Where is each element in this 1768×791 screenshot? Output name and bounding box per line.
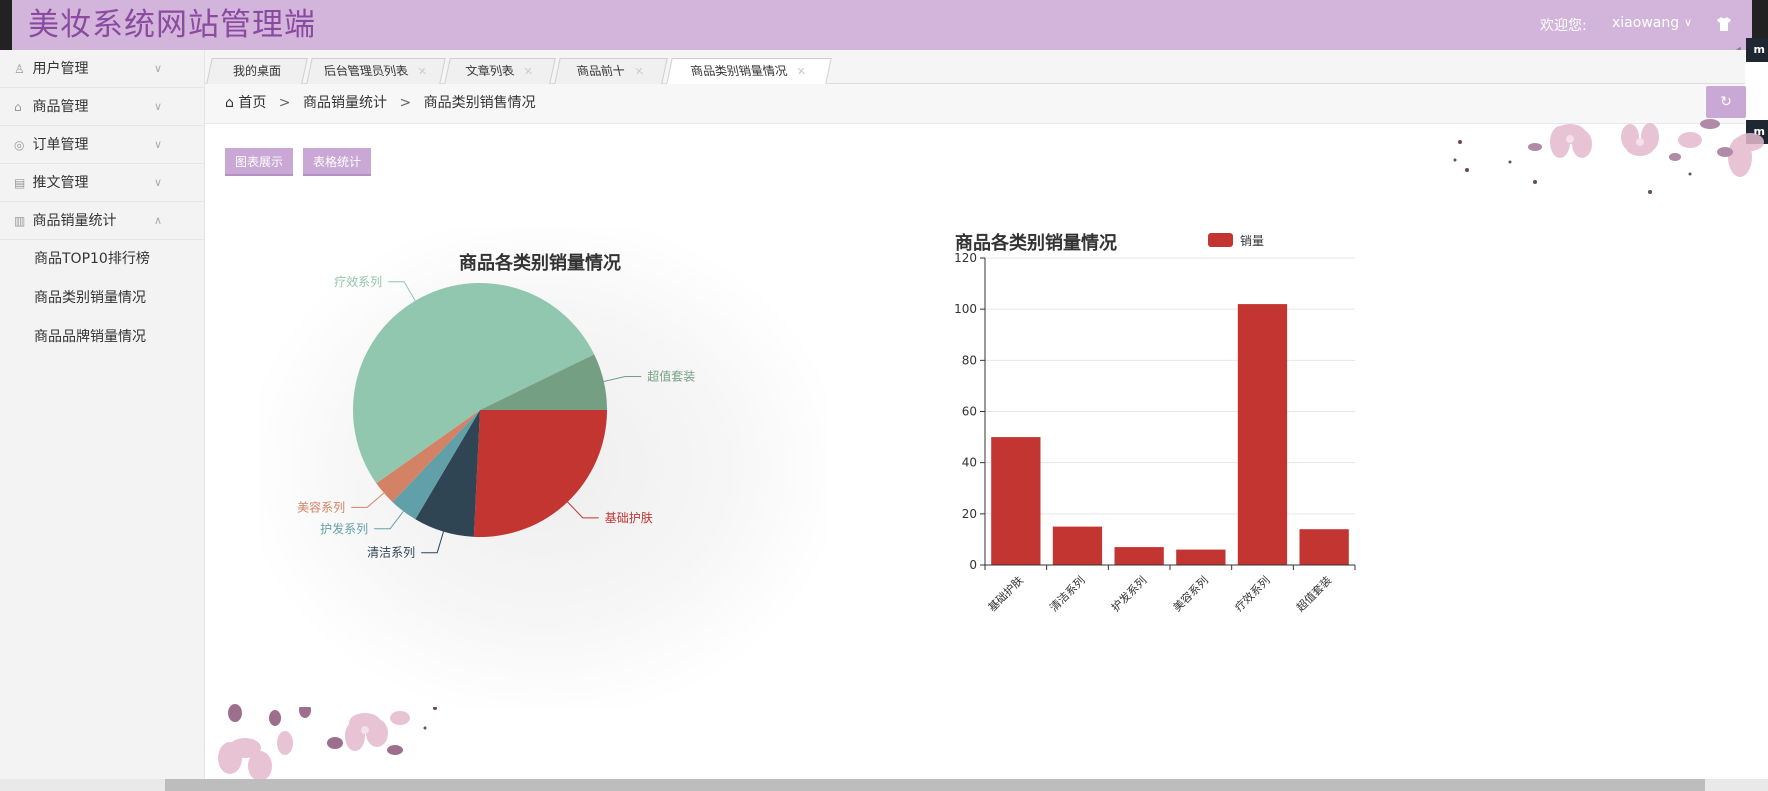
- sidebar-item-label: 推文管理: [32, 175, 89, 191]
- x-tick-label: 清洁系列: [1047, 573, 1088, 614]
- lock-icon: ◎: [14, 138, 25, 152]
- refresh-icon: ↻: [1720, 94, 1732, 110]
- breadcrumb-separator: >: [278, 95, 291, 111]
- tab-article-list[interactable]: 文章列表 ✕: [444, 58, 556, 84]
- bar-chart-title: 商品各类别销量情况: [955, 232, 1117, 254]
- y-tick-label: 0: [969, 558, 977, 572]
- pie-slice-label: 超值套装: [647, 369, 695, 384]
- x-tick-label: 疗效系列: [1232, 573, 1273, 614]
- sidebar-item-users[interactable]: ♙ 用户管理 ∨: [0, 50, 204, 88]
- bar-chart: 商品各类别销量情况 销量 0 20 40 60 80 100 120 基础护肤 清洁系列 护发系列…: [954, 232, 1356, 614]
- users-icon: ♙: [14, 62, 25, 76]
- tab-top10[interactable]: 商品前十 ✕: [554, 58, 668, 84]
- bar[interactable]: [1299, 529, 1349, 565]
- bar[interactable]: [1237, 304, 1288, 565]
- tab-admin-list[interactable]: 后台管理员列表 ✕: [306, 58, 446, 84]
- pie-slice-label: 基础护肤: [605, 510, 653, 525]
- legend-label[interactable]: 销量: [1240, 234, 1264, 248]
- x-tick-label: 基础护肤: [985, 573, 1026, 614]
- y-tick-label: 100: [954, 302, 977, 316]
- x-tick-label: 美容系列: [1170, 573, 1211, 614]
- breadcrumb-home[interactable]: 首页: [238, 95, 266, 111]
- chevron-down-icon: ∨: [153, 100, 162, 113]
- pie-slice-label: 美容系列: [297, 499, 345, 514]
- x-tick-label: 超值套装: [1293, 573, 1334, 614]
- close-icon[interactable]: ✕: [633, 60, 647, 84]
- chart-icon: ▥: [14, 214, 26, 228]
- home-icon: ⌂: [225, 95, 234, 111]
- app-window: 美妆系统网站管理端 欢迎您: xiaowang ∨ ◂m ◂m ♙ 用户管理 ∨…: [0, 0, 1768, 791]
- tab-desktop[interactable]: 我的桌面: [206, 58, 308, 84]
- pie-chart-card: 商品各类别销量情况 基础护肤清洁系列 护发系列 美容系列 疗效系列超值套装: [258, 227, 828, 707]
- bar[interactable]: [1176, 549, 1226, 565]
- sidebar-subitem-brand-sales[interactable]: 商品品牌销量情况: [0, 318, 204, 357]
- tab-label: 文章列表: [464, 64, 516, 78]
- chevron-down-icon: ∨: [153, 176, 162, 189]
- chevron-down-icon: ∨: [153, 62, 162, 75]
- sidebar-item-label: 商品销量统计: [32, 213, 117, 229]
- pie-label-line: [567, 501, 599, 519]
- legend-swatch[interactable]: [1208, 233, 1233, 247]
- pie-label-line: [374, 510, 404, 530]
- breadcrumb-level1[interactable]: 商品销量统计: [303, 95, 387, 111]
- pie-label-line: [351, 492, 385, 508]
- bag-icon: ⌂: [14, 100, 22, 114]
- pie-slice-label: 护发系列: [320, 521, 368, 536]
- close-icon[interactable]: ✕: [522, 60, 536, 84]
- top-header: 美妆系统网站管理端 欢迎您: xiaowang ∨: [0, 0, 1768, 50]
- pie-label-line: [388, 281, 416, 301]
- tab-category-sales[interactable]: 商品类别销量情况 ✕: [666, 58, 832, 84]
- bar[interactable]: [1052, 526, 1103, 565]
- sidebar-item-products[interactable]: ⌂ 商品管理 ∨: [0, 88, 204, 126]
- breadcrumb-separator: >: [399, 95, 412, 111]
- pie-chart-title: 商品各类别销量情况: [459, 252, 621, 274]
- y-tick-label: 120: [954, 251, 977, 265]
- header-left-edge: [0, 0, 12, 50]
- tab-label: 商品前十: [575, 64, 627, 78]
- bar[interactable]: [1114, 547, 1164, 565]
- chevron-up-icon: ∧: [153, 214, 162, 227]
- y-tick-label: 60: [962, 405, 977, 419]
- y-tick-label: 80: [962, 353, 977, 367]
- tab-label: 我的桌面: [232, 64, 281, 78]
- pie-chart: 商品各类别销量情况 基础护肤清洁系列 护发系列 美容系列 疗效系列超值套装: [297, 252, 695, 560]
- chevron-down-icon[interactable]: ∨: [1684, 16, 1692, 29]
- tab-label: 后台管理员列表: [322, 64, 410, 78]
- sidebar-subitem-top10[interactable]: 商品TOP10排行榜: [0, 240, 204, 279]
- chart-view-button[interactable]: 图表展示: [225, 148, 294, 176]
- sidebar-item-posts[interactable]: ▤ 推文管理 ∨: [0, 164, 204, 202]
- bar[interactable]: [991, 437, 1041, 565]
- y-tick-label: 20: [962, 507, 977, 521]
- tshirt-icon[interactable]: [1716, 16, 1732, 32]
- flower-decoration: [1453, 119, 1764, 194]
- breadcrumb-level2: 商品类别销售情况: [423, 95, 536, 111]
- sidebar: ♙ 用户管理 ∨ ⌂ 商品管理 ∨ ◎ 订单管理 ∨ ▤ 推文管理 ∨ ▥ 商品…: [0, 50, 205, 791]
- sidebar-item-label: 用户管理: [32, 61, 89, 77]
- bar-chart-card: 商品各类别销量情况 销量 0 20 40 60 80 100 120 基础护肤 清洁系列 护发系列…: [940, 225, 1480, 695]
- tab-label: 商品类别销量情况: [689, 64, 789, 78]
- tab-bar: 我的桌面 后台管理员列表 ✕ 文章列表 ✕ 商品前十 ✕ 商品类别销量情况 ✕: [205, 50, 1745, 84]
- close-icon[interactable]: ✕: [795, 60, 809, 84]
- sidebar-item-orders[interactable]: ◎ 订单管理 ∨: [0, 126, 204, 164]
- sidebar-item-label: 订单管理: [32, 137, 89, 153]
- x-tick-label: 护发系列: [1108, 573, 1149, 614]
- horizontal-scrollbar-thumb[interactable]: [165, 779, 1705, 791]
- doc-icon: ▤: [14, 176, 26, 190]
- sidebar-subitem-category-sales[interactable]: 商品类别销量情况: [0, 279, 204, 318]
- side-widget-tab[interactable]: ◂m: [1736, 38, 1768, 62]
- chevron-down-icon: ∨: [153, 138, 162, 151]
- y-tick-label: 40: [962, 456, 977, 470]
- close-icon[interactable]: ✕: [416, 60, 430, 84]
- pie-slice-label: 疗效系列: [334, 274, 382, 289]
- pie-label-line: [421, 531, 444, 554]
- welcome-label: 欢迎您:: [1540, 18, 1587, 34]
- pie-slice-label: 清洁系列: [367, 546, 415, 560]
- sidebar-item-label: 商品管理: [32, 99, 89, 115]
- table-view-button[interactable]: 表格统计: [303, 148, 372, 176]
- pie-label-line: [603, 376, 642, 382]
- app-title: 美妆系统网站管理端: [28, 7, 316, 43]
- sidebar-item-sales-stats[interactable]: ▥ 商品销量统计 ∧: [0, 202, 204, 240]
- username-menu[interactable]: xiaowang: [1612, 15, 1679, 31]
